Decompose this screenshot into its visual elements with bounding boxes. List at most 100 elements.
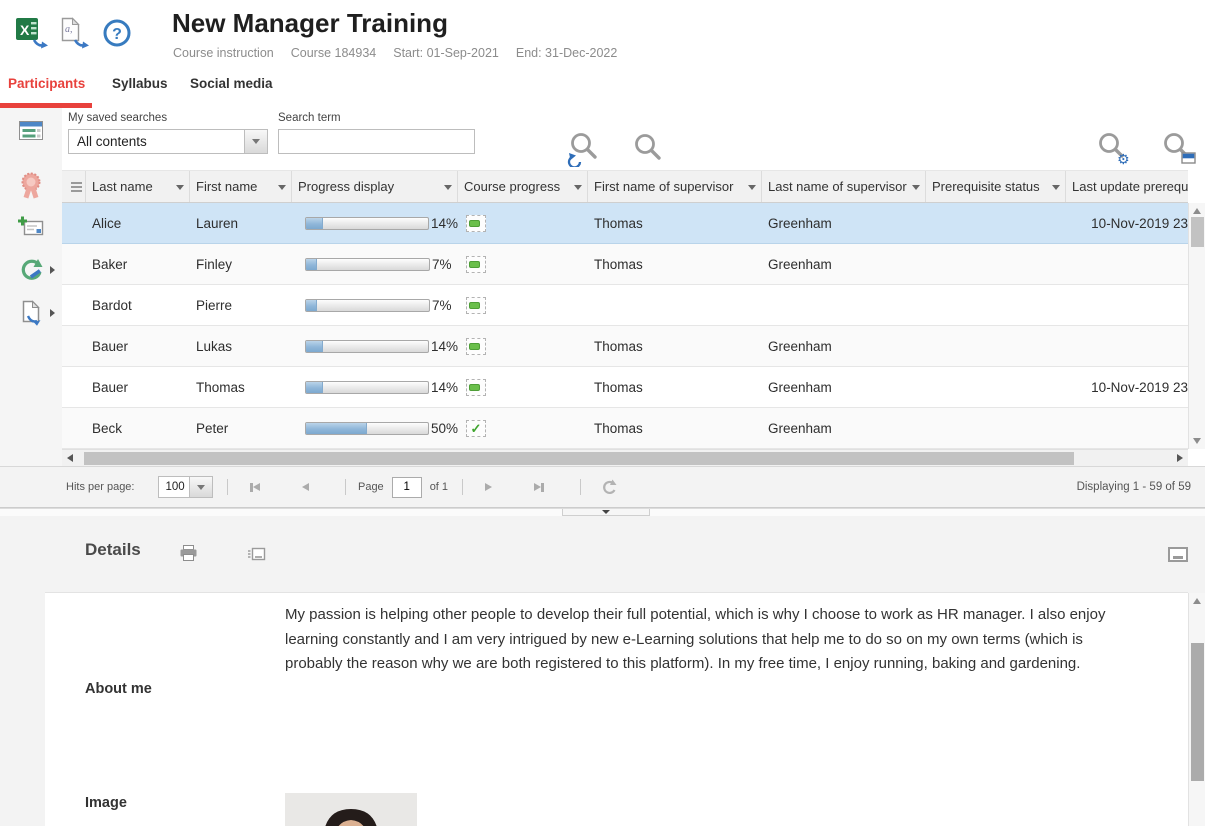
- filter-arrow-icon[interactable]: [574, 185, 582, 190]
- cell-supervisor-first: Thomas: [588, 326, 762, 366]
- column-header-supervisor-first[interactable]: First name of supervisor: [588, 171, 762, 202]
- tab-social-media[interactable]: Social media: [190, 76, 273, 91]
- tab-participants[interactable]: Participants: [8, 76, 85, 91]
- add-invitation-button[interactable]: [0, 216, 62, 238]
- details-vertical-scrollbar[interactable]: [1188, 593, 1205, 826]
- collapse-handle[interactable]: [562, 509, 650, 516]
- table-row[interactable]: Bardot Pierre 7% ✓: [62, 285, 1188, 326]
- column-chooser-button[interactable]: [62, 171, 86, 202]
- cell-supervisor-first: Thomas: [588, 408, 762, 448]
- scrollbar-thumb[interactable]: [1191, 217, 1204, 247]
- chevron-down-icon: [602, 510, 610, 514]
- text-export-icon[interactable]: a,: [58, 17, 92, 56]
- excel-export-icon[interactable]: X: [15, 17, 51, 56]
- panel-splitter[interactable]: [0, 508, 1205, 516]
- progress-bar: [305, 381, 429, 394]
- cell-supervisor-first: [588, 285, 762, 325]
- submenu-arrow-icon: [50, 309, 55, 317]
- progress-bar: [305, 422, 429, 435]
- collapse-panel-icon[interactable]: [1168, 547, 1188, 567]
- details-panel: Details About me My passion is helping o…: [0, 516, 1205, 826]
- filter-arrow-icon[interactable]: [912, 185, 920, 190]
- search-settings-icon[interactable]: ⚙: [1095, 131, 1133, 172]
- column-header-supervisor-last[interactable]: Last name of supervisor: [762, 171, 926, 202]
- tab-bar: Participants Syllabus Social media: [0, 70, 1205, 108]
- dropdown-arrow-button[interactable]: [189, 477, 212, 497]
- progress-bar: [305, 340, 429, 353]
- results-display-button[interactable]: [0, 121, 62, 140]
- scroll-up-arrow[interactable]: [1193, 208, 1201, 214]
- last-page-button[interactable]: [534, 483, 544, 492]
- column-header-last-update[interactable]: Last update prerequis: [1066, 171, 1188, 202]
- table-row[interactable]: Bauer Thomas 14% ✓ Thomas Greenham 10-No…: [62, 367, 1188, 408]
- scroll-down-arrow[interactable]: [1193, 438, 1201, 444]
- help-icon[interactable]: ?: [102, 18, 132, 53]
- table-row[interactable]: Baker Finley 7% ✓ Thomas Greenham: [62, 244, 1188, 285]
- run-search-icon[interactable]: [567, 131, 601, 172]
- cell-course-progress: ✓: [458, 203, 588, 243]
- filter-arrow-icon[interactable]: [748, 185, 756, 190]
- course-progress-status-icon: ✓: [466, 379, 486, 396]
- column-header-progress-display[interactable]: Progress display: [292, 171, 458, 202]
- export-actions-button[interactable]: [0, 300, 62, 326]
- cell-first-name: Lukas: [190, 326, 292, 366]
- scroll-up-arrow[interactable]: [1193, 598, 1201, 604]
- previous-page-button[interactable]: [302, 483, 309, 491]
- filter-arrow-icon[interactable]: [1052, 185, 1060, 190]
- cell-last-name: Bardot: [86, 285, 190, 325]
- print-icon[interactable]: [180, 545, 197, 566]
- cell-progress: 7%: [292, 285, 458, 325]
- cell-progress: 14%: [292, 326, 458, 366]
- cell-course-progress: ✓: [458, 408, 588, 448]
- cell-first-name: Thomas: [190, 367, 292, 407]
- scroll-left-arrow[interactable]: [67, 454, 73, 462]
- column-header-last-name[interactable]: Last name: [86, 171, 190, 202]
- row-grip: [62, 244, 86, 284]
- next-page-button[interactable]: [485, 483, 492, 491]
- cell-progress: 7%: [292, 244, 458, 284]
- filter-arrow-icon[interactable]: [444, 185, 452, 190]
- column-header-first-name[interactable]: First name: [190, 171, 292, 202]
- detail-view-icon[interactable]: [248, 547, 266, 566]
- page-title: New Manager Training: [172, 8, 448, 39]
- search-bar: My saved searches All contents Search te…: [62, 108, 1188, 170]
- row-grip: [62, 408, 86, 448]
- page-count-label: of 1: [430, 481, 448, 493]
- search-term-input[interactable]: [278, 129, 475, 154]
- filter-arrow-icon[interactable]: [278, 185, 286, 190]
- column-header-course-progress[interactable]: Course progress: [458, 171, 588, 202]
- cell-first-name: Lauren: [190, 203, 292, 243]
- table-row[interactable]: Bauer Lukas 14% ✓ Thomas Greenham: [62, 326, 1188, 367]
- dropdown-arrow-button[interactable]: [244, 130, 267, 153]
- course-start: Start: 01-Sep-2021: [393, 46, 499, 60]
- table-horizontal-scrollbar[interactable]: [62, 449, 1188, 466]
- cell-last-name: Alice: [86, 203, 190, 243]
- table-vertical-scrollbar[interactable]: [1188, 203, 1205, 449]
- hits-per-page-dropdown[interactable]: 100: [158, 476, 213, 498]
- gear-icon: ⚙: [1117, 152, 1130, 167]
- column-header-prerequisite-status[interactable]: Prerequisite status: [926, 171, 1066, 202]
- separator: [462, 479, 463, 495]
- search-icon[interactable]: [632, 131, 664, 168]
- saved-searches-dropdown[interactable]: All contents: [68, 129, 268, 154]
- row-grip: [62, 367, 86, 407]
- scroll-right-arrow[interactable]: [1177, 454, 1183, 462]
- details-content: About me My passion is helping other peo…: [45, 593, 1188, 826]
- displaying-count: Displaying 1 - 59 of 59: [1077, 481, 1191, 493]
- filter-arrow-icon[interactable]: [176, 185, 184, 190]
- certificate-icon[interactable]: [0, 171, 62, 199]
- page-number-input[interactable]: [392, 477, 422, 498]
- refresh-icon[interactable]: [601, 479, 617, 495]
- scrollbar-thumb[interactable]: [1191, 643, 1204, 781]
- cell-first-name: Pierre: [190, 285, 292, 325]
- update-actions-button[interactable]: [0, 258, 62, 282]
- table-row[interactable]: Beck Peter 50% ✓ Thomas Greenham: [62, 408, 1188, 449]
- table-row[interactable]: Alice Lauren 14% ✓ Thomas Greenham 10-No…: [62, 203, 1188, 244]
- scrollbar-thumb[interactable]: [84, 452, 1074, 465]
- svg-text:?: ?: [112, 26, 122, 43]
- course-progress-status-icon: ✓: [466, 297, 486, 314]
- cell-prerequisite-status: [926, 367, 1066, 407]
- tab-syllabus[interactable]: Syllabus: [112, 76, 168, 91]
- search-profile-icon[interactable]: [1160, 131, 1198, 172]
- first-page-button[interactable]: [250, 483, 260, 492]
